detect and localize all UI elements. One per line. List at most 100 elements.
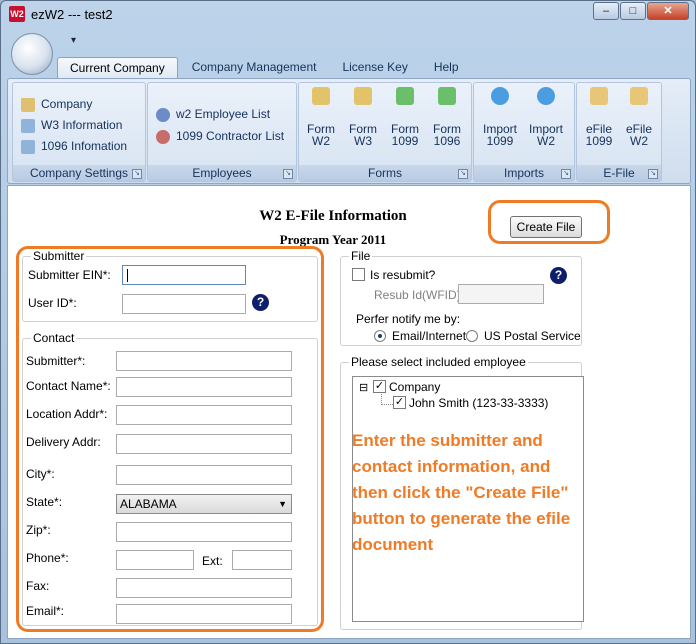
submitter-name-label: Submitter*:: [26, 354, 86, 368]
notify-label: Perfer notify me by:: [356, 312, 461, 326]
notify-email-radio[interactable]: [374, 330, 386, 342]
group-label-forms: Forms: [299, 165, 471, 181]
form-arrow-icon: [396, 87, 414, 105]
form-1096-button[interactable]: Form 1096: [427, 87, 467, 147]
import-w2-button[interactable]: Import W2: [526, 87, 566, 147]
notify-postal-label: US Postal Service: [484, 329, 581, 343]
collapse-icon[interactable]: ⊟: [359, 381, 368, 394]
quick-access-toolbar-arrow[interactable]: ▾: [71, 35, 76, 46]
city-input[interactable]: [116, 465, 292, 485]
submitter-ein-input[interactable]: [122, 265, 246, 285]
tree-item-employee[interactable]: John Smith (123-33-3333): [409, 396, 548, 410]
phone-label: Phone*:: [26, 551, 69, 565]
group-efile: eFile 1099 eFile W2 E-File ↘: [576, 82, 662, 182]
contact-name-input[interactable]: [116, 377, 292, 397]
tree-item-company[interactable]: Company: [389, 380, 440, 394]
main-content: W2 E-File Information Program Year 2011 …: [7, 185, 691, 639]
ext-input[interactable]: [232, 550, 292, 570]
email-input[interactable]: [116, 604, 292, 624]
close-button[interactable]: ✕: [647, 2, 689, 20]
ribbon-item-w2-employee-list[interactable]: w2 Employee List: [156, 107, 270, 122]
application-menu-orb[interactable]: [11, 33, 53, 75]
notify-email-label: Email/Internet: [392, 329, 467, 343]
dialog-launcher-icon[interactable]: ↘: [283, 169, 293, 179]
efile-1099-button[interactable]: eFile 1099: [579, 87, 619, 147]
dialog-launcher-icon[interactable]: ↘: [561, 169, 571, 179]
resubmit-label: Is resubmit?: [370, 268, 436, 282]
group-label-employees: Employees: [148, 165, 296, 181]
efile-icon: [590, 87, 608, 105]
efile-w2-button[interactable]: eFile W2: [619, 87, 659, 147]
employee-select-legend: Please select included employee: [349, 355, 528, 369]
notify-postal-radio[interactable]: [466, 330, 478, 342]
ribbon-item-w3-information[interactable]: W3 Information: [21, 118, 122, 133]
form-1099-button[interactable]: Form 1099: [385, 87, 425, 147]
file-legend: File: [349, 249, 373, 263]
maximize-button[interactable]: □: [620, 2, 646, 20]
group-employees: w2 Employee List 1099 Contractor List Em…: [147, 82, 297, 182]
employee-checkbox[interactable]: ✓: [393, 396, 406, 409]
tab-help[interactable]: Help: [422, 57, 471, 79]
user-id-input[interactable]: [122, 294, 246, 314]
user-icon: [156, 107, 170, 122]
email-label: Email*:: [26, 604, 65, 618]
document-icon: [21, 139, 35, 154]
tab-company-management[interactable]: Company Management: [180, 57, 329, 79]
instruction-callout: Enter the submitter and contact informat…: [352, 431, 571, 554]
create-file-button[interactable]: Create File: [510, 216, 582, 238]
app-window: W2 ezW2 --- test2 – □ ✕ ▾ Current Compan…: [0, 0, 696, 644]
form-icon: [312, 87, 330, 105]
text-caret: [127, 269, 128, 282]
upload-icon: [491, 87, 509, 105]
form-arrow-icon: [438, 87, 456, 105]
group-label-company-settings: Company Settings: [13, 165, 145, 181]
delivery-addr-input[interactable]: [116, 434, 292, 454]
submitter-legend: Submitter: [31, 249, 87, 263]
user-id-label: User ID*:: [28, 296, 77, 310]
window-title: ezW2 --- test2: [31, 7, 113, 22]
dialog-launcher-icon[interactable]: ↘: [458, 169, 468, 179]
upload-icon: [537, 87, 555, 105]
location-addr-input[interactable]: [116, 405, 292, 425]
city-label: City*:: [26, 467, 55, 481]
state-label: State*:: [26, 495, 63, 509]
home-icon: [21, 97, 35, 112]
form-w3-button[interactable]: Form W3: [343, 87, 383, 147]
ext-label: Ext:: [202, 554, 223, 568]
minimize-button[interactable]: –: [593, 2, 619, 20]
zip-input[interactable]: [116, 522, 292, 542]
ribbon-tabs: Current Company Company Management Licen…: [57, 57, 473, 79]
contact-legend: Contact: [31, 331, 77, 345]
document-icon: [21, 118, 35, 133]
help-icon[interactable]: ?: [252, 294, 269, 311]
dialog-launcher-icon[interactable]: ↘: [132, 169, 142, 179]
state-select[interactable]: ALABAMA ▼: [116, 494, 292, 514]
zip-label: Zip*:: [26, 523, 51, 537]
ribbon-item-1096-information[interactable]: 1096 Infomation: [21, 139, 127, 154]
ribbon-item-company[interactable]: Company: [21, 97, 92, 112]
fax-input[interactable]: [116, 578, 292, 598]
phone-input[interactable]: [116, 550, 194, 570]
ezw2-app-icon[interactable]: W2: [9, 6, 25, 22]
form-w2-button[interactable]: Form W2: [301, 87, 341, 147]
contact-name-label: Contact Name*:: [26, 379, 111, 393]
title-bar: W2 ezW2 --- test2 – □ ✕: [1, 1, 695, 29]
resub-id-input[interactable]: [458, 284, 544, 304]
ribbon: Company W3 Information 1096 Infomation C…: [7, 78, 691, 184]
company-checkbox[interactable]: ✓: [373, 380, 386, 393]
dialog-launcher-icon[interactable]: ↘: [648, 169, 658, 179]
delivery-addr-label: Delivery Addr:: [26, 435, 101, 449]
tab-current-company[interactable]: Current Company: [57, 57, 178, 79]
group-label-imports: Imports: [474, 165, 574, 181]
efile-icon: [630, 87, 648, 105]
group-imports: Import 1099 Import W2 Imports ↘: [473, 82, 575, 182]
location-addr-label: Location Addr*:: [26, 407, 108, 421]
help-icon[interactable]: ?: [550, 267, 567, 284]
resubmit-checkbox[interactable]: [352, 268, 365, 281]
fax-label: Fax:: [26, 579, 50, 593]
submitter-name-input[interactable]: [116, 351, 292, 371]
resub-id-label: Resub Id(WFID): [374, 288, 461, 302]
import-1099-button[interactable]: Import 1099: [480, 87, 520, 147]
ribbon-item-1099-contractor-list[interactable]: 1099 Contractor List: [156, 129, 284, 144]
tab-license-key[interactable]: License Key: [330, 57, 419, 79]
